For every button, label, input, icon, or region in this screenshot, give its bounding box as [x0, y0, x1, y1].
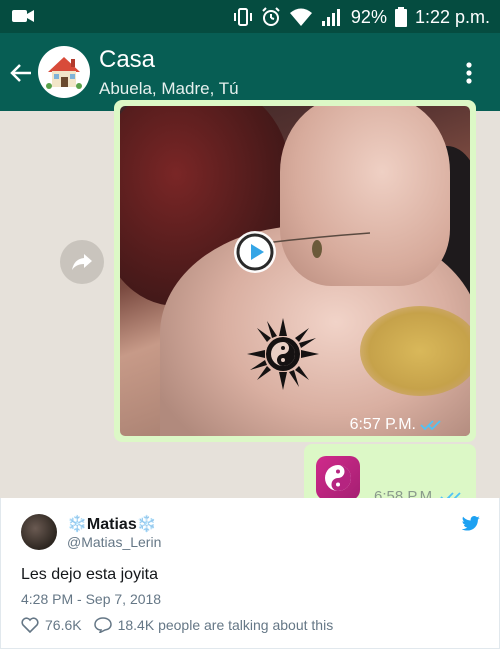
play-icon — [236, 233, 274, 271]
camera-notification-icon — [12, 10, 34, 22]
like-count[interactable]: 76.6K — [45, 617, 82, 633]
video-time-text: 6:57 P.M. — [349, 416, 416, 433]
more-options-icon[interactable] — [462, 59, 476, 87]
status-bar: 92% 1:22 p.m. — [0, 0, 500, 33]
sun-tattoo — [247, 318, 319, 390]
tweet-text: Les dejo esta joyita — [21, 566, 158, 583]
battery-percent: 92% — [350, 6, 387, 27]
alarm-icon — [262, 7, 280, 26]
yin-yang-icon — [325, 465, 351, 491]
tweet-actions: 76.6K 18.4K people are talking about thi… — [21, 617, 333, 633]
video-timestamp: 6:57 P.M. — [350, 416, 442, 434]
vibrate-icon — [233, 8, 252, 26]
battery-icon — [394, 7, 407, 27]
tweet-author-handle[interactable]: @Matias_Lerin — [67, 534, 161, 550]
forward-arrow-icon — [72, 254, 92, 270]
thumbnail-stain — [360, 306, 470, 396]
heart-icon[interactable] — [21, 617, 39, 633]
tweet-avatar[interactable] — [21, 514, 57, 550]
video-thumbnail[interactable]: 6:57 P.M. — [120, 106, 470, 436]
whatsapp-screenshot: 92% 1:22 p.m. Casa Abuela, Madre, Tú 6:5… — [0, 0, 500, 498]
wifi-icon — [289, 8, 312, 26]
forward-button[interactable] — [60, 240, 104, 284]
sticker-timestamp: 6:58 P.M. — [374, 488, 462, 498]
sticker-time-text: 6:58 P.M. — [374, 488, 437, 498]
comment-icon[interactable] — [93, 617, 112, 633]
tweet-card: ❄️Matias❄️ @Matias_Lerin Les dejo esta j… — [0, 498, 500, 649]
talking-count[interactable]: 18.4K people are talking about this — [118, 617, 334, 633]
group-avatar[interactable] — [38, 46, 90, 98]
sticker-message[interactable]: 6:58 P.M. — [304, 444, 476, 498]
necklace — [265, 232, 370, 258]
back-arrow-icon[interactable] — [8, 60, 34, 86]
tweet-date[interactable]: 4:28 PM - Sep 7, 2018 — [21, 591, 161, 607]
video-message[interactable]: 6:57 P.M. — [114, 100, 476, 442]
status-time: 1:22 p.m. — [414, 6, 490, 27]
sticker-image[interactable] — [316, 456, 360, 498]
play-button[interactable] — [234, 231, 276, 273]
tweet-author-name[interactable]: ❄️Matias❄️ — [67, 514, 157, 534]
twitter-bird-icon[interactable] — [461, 516, 481, 532]
chat-title[interactable]: Casa — [99, 46, 155, 74]
signal-icon — [321, 9, 340, 26]
read-receipt-icon — [420, 420, 441, 431]
house-icon — [46, 57, 82, 89]
read-receipt-icon — [440, 491, 461, 498]
chat-participants[interactable]: Abuela, Madre, Tú — [99, 79, 239, 99]
